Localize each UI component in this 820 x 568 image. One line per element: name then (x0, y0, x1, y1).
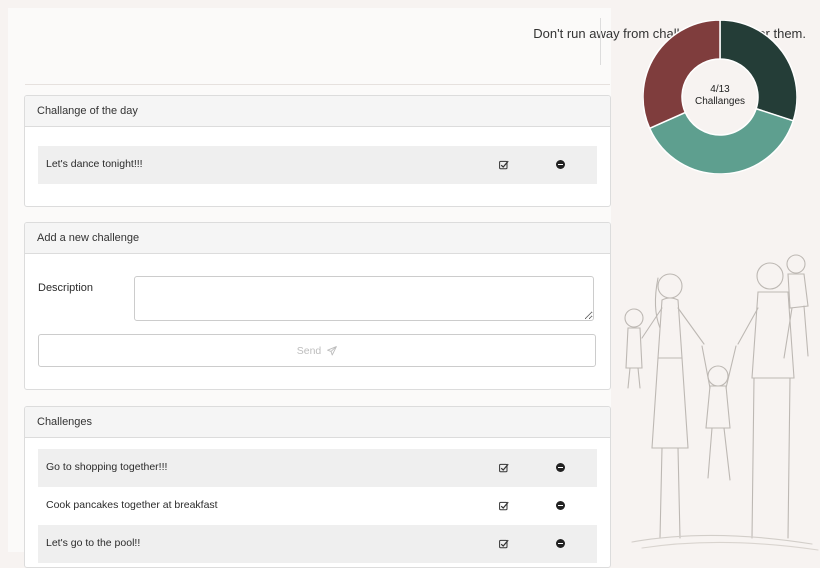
send-button[interactable]: Send (38, 334, 596, 367)
challenge-of-day-panel: Challange of the day Let's dance tonight… (24, 95, 611, 207)
description-input[interactable] (134, 276, 594, 321)
list-item: Go to shopping together!!! (38, 449, 597, 487)
list-item: Let's dance tonight!!! (38, 146, 597, 184)
progress-caption: Challanges (694, 96, 746, 107)
minus-circle-icon[interactable] (556, 501, 565, 510)
challenge-text: Let's go to the pool!! (46, 537, 141, 549)
challenges-panel: Challenges Go to shopping together!!! Co… (24, 406, 611, 568)
divider (600, 18, 601, 65)
check-square-icon[interactable] (499, 539, 509, 549)
minus-circle-icon[interactable] (556, 539, 565, 548)
challenge-text: Let's dance tonight!!! (46, 158, 143, 170)
challenge-text: Cook pancakes together at breakfast (46, 499, 218, 511)
check-square-icon[interactable] (499, 160, 509, 170)
list-item: Cook pancakes together at breakfast (38, 487, 597, 525)
send-label: Send (296, 344, 322, 357)
description-label: Description (38, 282, 94, 294)
check-square-icon[interactable] (499, 501, 509, 511)
add-challenge-panel: Add a new challenge Description Send (24, 222, 611, 390)
donut-segment-maroon (643, 20, 721, 130)
divider (25, 84, 610, 85)
family-illustration (624, 254, 819, 551)
progress-fraction: 4/13 (710, 84, 730, 95)
list-item: Let's go to the pool!! (38, 525, 597, 563)
panel-title: Add a new challenge (25, 223, 610, 254)
paper-plane-icon (327, 345, 338, 355)
minus-circle-icon[interactable] (556, 160, 565, 169)
progress-label: 4/13 Challanges (670, 84, 770, 108)
panel-title: Challenges (25, 407, 610, 438)
panel-title: Challange of the day (25, 96, 610, 127)
check-square-icon[interactable] (499, 463, 509, 473)
challenge-text: Go to shopping together!!! (46, 461, 168, 473)
minus-circle-icon[interactable] (556, 463, 565, 472)
